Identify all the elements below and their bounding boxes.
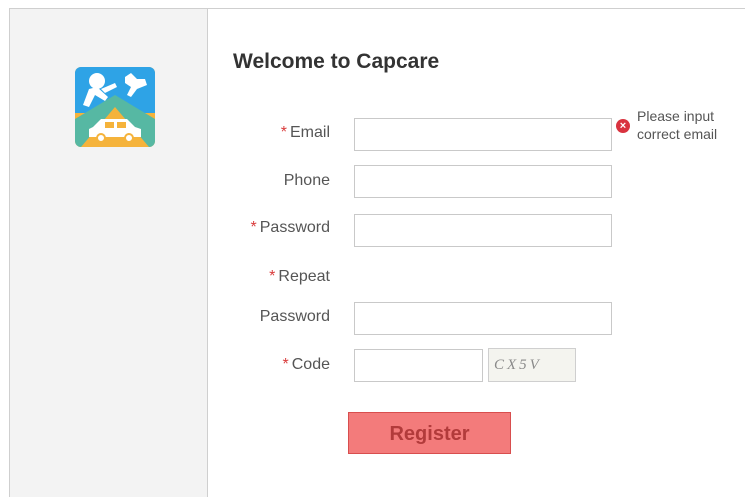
repeat-label-text: Repeat — [278, 268, 330, 285]
email-error-line-1: Please input — [637, 108, 715, 124]
required-mark: * — [280, 124, 287, 141]
required-mark: * — [282, 356, 289, 373]
password-label: * Password — [180, 219, 330, 237]
captcha-image[interactable]: CX5V — [488, 348, 576, 382]
page-title: Welcome to Capcare — [233, 50, 440, 73]
repeat-password-label-line-1: * Repeat — [180, 268, 330, 286]
repeat-password-field[interactable] — [354, 302, 612, 335]
register-button[interactable]: Register — [348, 412, 511, 454]
email-field[interactable] — [354, 118, 612, 151]
repeat-password-label-line-2: Password — [259, 308, 330, 325]
required-mark: * — [269, 268, 276, 285]
email-error-message: Please input correct email — [637, 107, 745, 143]
code-field[interactable] — [354, 349, 483, 382]
required-mark: * — [250, 219, 257, 236]
password-field[interactable] — [354, 214, 612, 247]
code-label-text: Code — [291, 356, 330, 373]
phone-field[interactable] — [354, 165, 612, 198]
email-label-text: Email — [289, 124, 330, 141]
code-label: * Code — [180, 356, 330, 374]
email-label: * Email — [180, 124, 330, 142]
capcare-logo-icon — [75, 67, 155, 147]
email-error-line-2: correct email — [637, 126, 718, 142]
phone-label: Phone — [283, 172, 330, 189]
error-x-icon: × — [616, 119, 630, 133]
password-label-text: Password — [259, 219, 330, 236]
